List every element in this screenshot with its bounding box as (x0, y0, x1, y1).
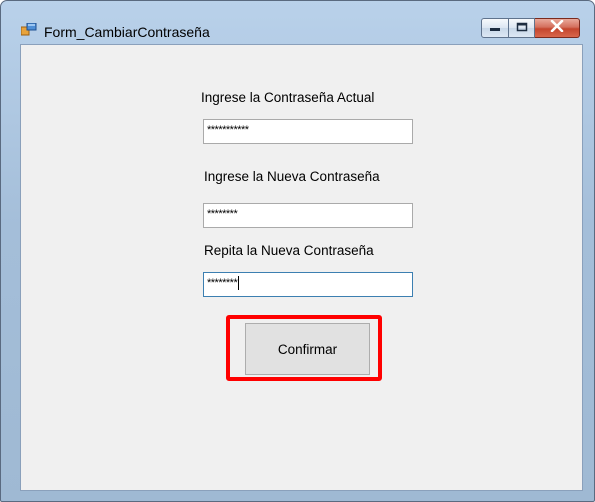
window-title: Form_CambiarContraseña (44, 24, 210, 40)
repeat-password-value: ******** (207, 277, 238, 289)
minimize-button[interactable] (481, 18, 509, 38)
maximize-icon (516, 19, 528, 37)
window-controls (481, 18, 580, 38)
close-button[interactable] (535, 18, 580, 38)
current-password-field[interactable]: *********** (203, 119, 413, 144)
confirm-button[interactable]: Confirmar (245, 323, 370, 375)
text-caret (238, 276, 240, 291)
new-password-label: Ingrese la Nueva Contraseña (204, 169, 380, 184)
repeat-password-field[interactable]: ******** (203, 272, 413, 297)
minimize-icon (489, 19, 501, 37)
current-password-label: Ingrese la Contraseña Actual (201, 90, 375, 105)
repeat-password-label: Repita la Nueva Contraseña (204, 243, 374, 258)
close-icon (550, 19, 564, 37)
new-password-field[interactable]: ******** (203, 203, 413, 228)
maximize-button[interactable] (509, 18, 535, 38)
title-bar[interactable]: Form_CambiarContraseña (1, 1, 594, 45)
form-window: Form_CambiarContraseña Ingrese la Contra… (0, 0, 595, 502)
windows-form-icon (20, 22, 37, 37)
new-password-value: ******** (207, 208, 238, 220)
current-password-value: *********** (207, 124, 249, 136)
form-client-area: Ingrese la Contraseña Actual ***********… (20, 44, 583, 491)
